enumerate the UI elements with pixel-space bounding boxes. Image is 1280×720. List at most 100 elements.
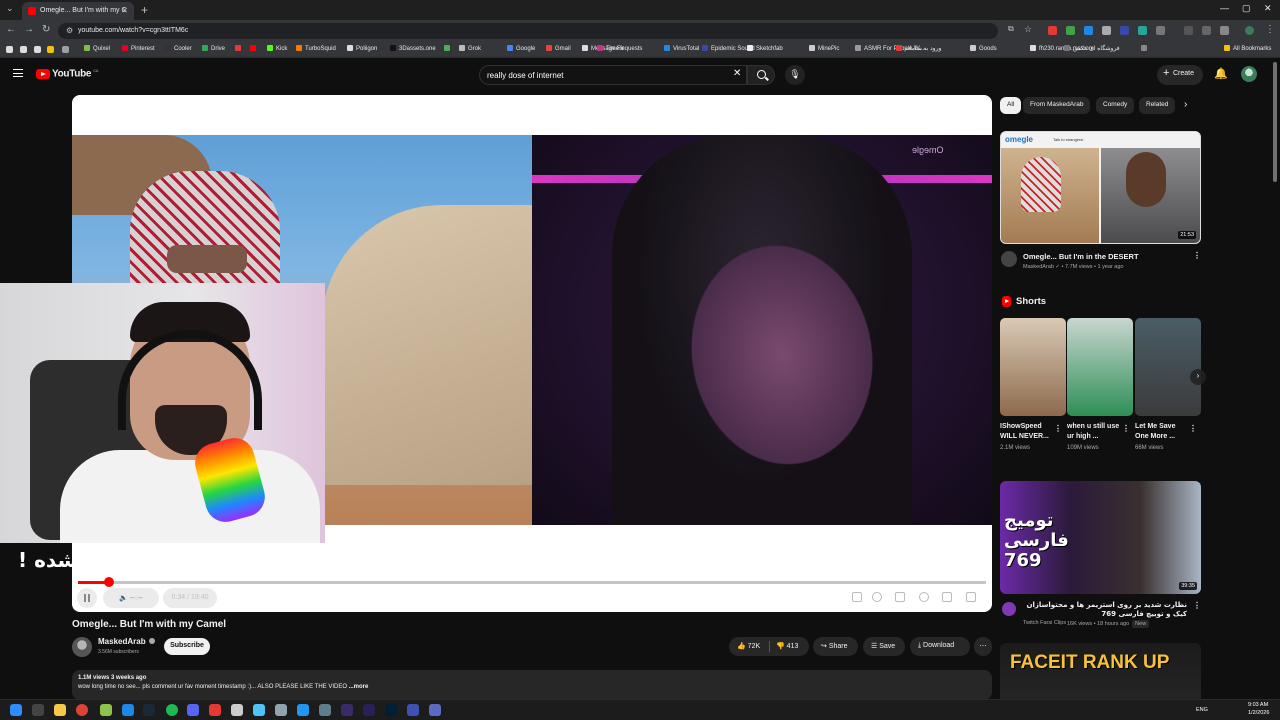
channel-avatar[interactable] [1001, 251, 1017, 267]
forward-icon[interactable]: → [24, 24, 34, 35]
app-icon[interactable] [319, 704, 331, 716]
bookmark-item[interactable]: Kick [267, 45, 287, 52]
youtube-logo-text[interactable]: YouTube CA [52, 68, 98, 79]
chrome-menu-icon[interactable]: ⋮ [1265, 24, 1275, 35]
channel-avatar[interactable] [72, 637, 92, 657]
profile-avatar-icon[interactable] [1245, 26, 1254, 35]
bookmark-item[interactable]: VirusTotal [664, 45, 699, 52]
all-bookmarks-folder[interactable]: All Bookmarks [1224, 45, 1271, 52]
cast-icon[interactable]: ⧉ [1008, 24, 1014, 34]
reload-icon[interactable]: ↻ [42, 24, 50, 35]
autoplay-toggle-icon[interactable] [872, 592, 882, 602]
app-icon[interactable] [231, 704, 243, 716]
rec-title[interactable]: نظارت شدید بر روی استریمر ها و محتواسازا… [1022, 601, 1187, 619]
short-thumbnail[interactable] [1067, 318, 1133, 416]
clock-date[interactable]: 1/2/2026 [1248, 710, 1269, 716]
description-more[interactable]: ...more [349, 684, 369, 690]
rec-menu-icon[interactable]: ⋮ [1193, 601, 1201, 610]
short-title[interactable]: IShowSpeed WILL NEVER... [1000, 422, 1056, 442]
save-button[interactable]: ☰ Save [863, 637, 905, 656]
app-icon[interactable] [47, 46, 54, 53]
app-icon[interactable] [6, 46, 13, 53]
rec-thumbnail[interactable]: omegle Talk to strangers! 21:53 [1000, 131, 1201, 244]
chrome-icon[interactable] [76, 704, 88, 716]
maximize-icon[interactable]: ▢ [1242, 3, 1251, 14]
discord-icon[interactable] [187, 704, 199, 716]
short-menu-icon[interactable]: ⋮ [1122, 424, 1130, 433]
bookmark-item[interactable]: ورود به سامانه [896, 45, 941, 52]
app-icon[interactable] [297, 704, 309, 716]
more-actions-icon[interactable]: ⋯ [974, 637, 992, 656]
chips-next-icon[interactable]: › [1184, 99, 1187, 110]
bookmark-item[interactable] [235, 45, 244, 52]
new-tab-icon[interactable]: + [141, 3, 148, 17]
create-button[interactable]: + Create [1157, 65, 1203, 85]
extensions-puzzle-icon[interactable] [1156, 26, 1165, 35]
channel-name[interactable]: MaskedArab [98, 637, 155, 646]
app-icon[interactable] [275, 704, 287, 716]
search-icon[interactable] [32, 704, 44, 716]
bookmark-item[interactable] [444, 45, 453, 52]
minimize-icon[interactable]: — [1220, 3, 1229, 13]
guide-menu-icon[interactable] [13, 69, 23, 77]
bookmark-item[interactable]: 3Dassets.one [390, 45, 436, 52]
chip-comedy[interactable]: Comedy [1096, 97, 1135, 114]
url-field[interactable]: ⚙ youtube.com/watch?v=cgn3ttITM6c [58, 23, 998, 39]
bookmark-item[interactable]: Goods [970, 45, 997, 52]
voice-search-icon[interactable]: 🎙 [785, 65, 805, 85]
bookmark-item[interactable]: Cooler [165, 45, 192, 52]
share-button[interactable]: ↪ Share [813, 637, 858, 656]
bookmark-item[interactable]: TurboSquid [296, 45, 336, 52]
bookmark-item[interactable] [250, 45, 259, 52]
rec-menu-icon[interactable]: ⋮ [1193, 251, 1201, 260]
tab-close-icon[interactable]: ✕ [121, 6, 128, 15]
progress-scrubber[interactable] [104, 577, 114, 587]
apps-grid-icon[interactable] [62, 46, 69, 53]
like-button[interactable]: 👍 72K [737, 642, 760, 650]
extension-icon[interactable] [1048, 26, 1057, 35]
shorts-next-icon[interactable]: › [1190, 369, 1206, 385]
back-icon[interactable]: ← [6, 24, 16, 35]
extension-icon[interactable] [1138, 26, 1147, 35]
bookmark-item[interactable]: MinePic [809, 45, 839, 52]
bookmark-item[interactable]: Gmail [546, 45, 571, 52]
download-button[interactable]: ⤓ Download [910, 637, 970, 656]
short-thumbnail[interactable] [1135, 318, 1201, 416]
bookmark-item[interactable]: Pinterest [122, 45, 155, 52]
extension-icon[interactable] [1066, 26, 1075, 35]
bookmark-item[interactable]: Quixel [84, 45, 110, 52]
rec-thumbnail[interactable]: FACEIT RANK UP [1000, 643, 1201, 701]
app-icon[interactable] [253, 704, 265, 716]
bookmark-star-icon[interactable]: ☆ [1024, 24, 1032, 35]
app-icon[interactable] [20, 46, 27, 53]
short-title[interactable]: when u still use ur high ... [1067, 422, 1123, 442]
theater-mode-icon[interactable] [942, 592, 952, 602]
short-thumbnail[interactable] [1000, 318, 1066, 416]
file-explorer-icon[interactable] [54, 704, 66, 716]
spotify-icon[interactable] [166, 704, 178, 716]
bookmark-item[interactable]: فروشگاه ای عکس [1064, 45, 1120, 52]
short-title[interactable]: Let Me Save One More ... [1135, 422, 1191, 442]
search-button[interactable] [747, 65, 775, 85]
progress-bar[interactable] [78, 577, 986, 587]
close-window-icon[interactable]: ✕ [1264, 3, 1272, 14]
rec-thumbnail[interactable]: تومیج فارسی 769 39:35 [1000, 481, 1201, 594]
app-icon[interactable] [209, 704, 221, 716]
volume-control[interactable]: 🔈 ━○━ [103, 588, 159, 608]
clear-search-icon[interactable]: ✕ [733, 68, 741, 79]
browser-tab[interactable]: Omegle... But I'm with my C ✕ [22, 2, 134, 20]
channel-avatar[interactable] [1002, 602, 1016, 616]
settings-icon[interactable] [919, 592, 929, 602]
youtube-logo-icon[interactable] [36, 69, 50, 79]
short-menu-icon[interactable]: ⋮ [1189, 424, 1197, 433]
account-avatar[interactable] [1241, 66, 1257, 82]
app-icon[interactable] [34, 46, 41, 53]
search-input[interactable]: really dose of internet [479, 65, 747, 85]
rec-title[interactable]: Omegle... But I'm in the DESERT [1023, 252, 1139, 261]
site-info-icon[interactable]: ⚙ [66, 26, 73, 35]
description-box[interactable]: 1.1M views 3 weeks ago wow long time no … [72, 670, 992, 700]
tab-search-icon[interactable]: ⌄ [6, 3, 14, 14]
clock-time[interactable]: 9:03 AM [1248, 702, 1268, 708]
extension-icon[interactable] [1084, 26, 1093, 35]
start-icon[interactable] [10, 704, 22, 716]
